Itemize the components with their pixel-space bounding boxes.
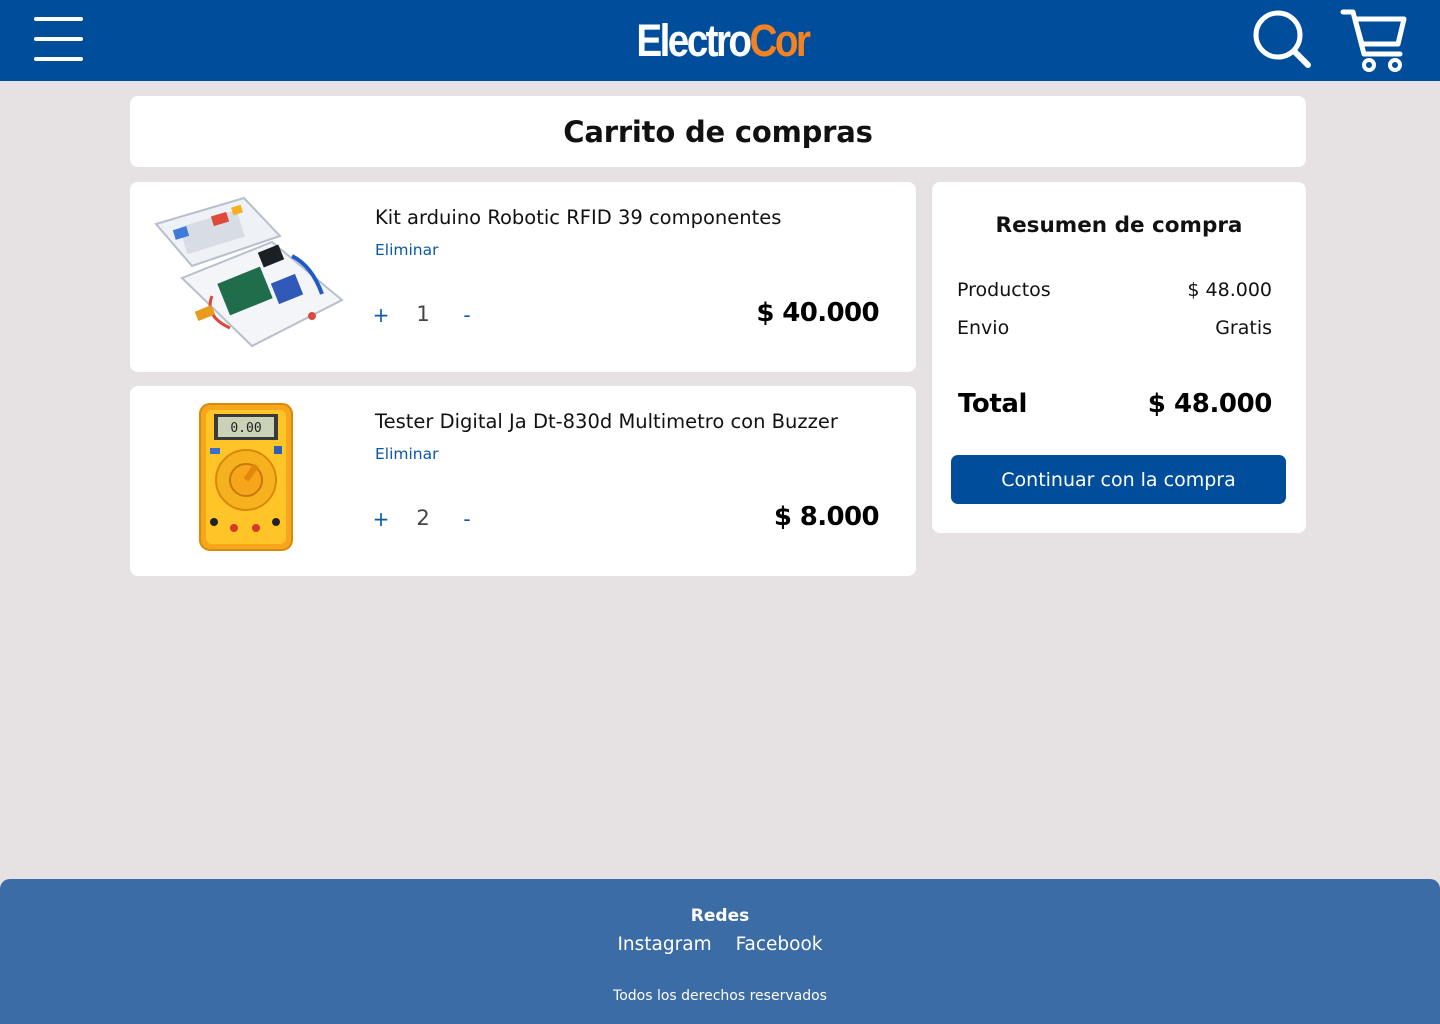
shipping-value: Gratis <box>1215 317 1272 339</box>
product-name[interactable]: Kit arduino Robotic RFID 39 componentes <box>375 206 781 229</box>
summary-products-row: Productos $ 48.000 <box>957 279 1272 301</box>
summary-total-row: Total $ 48.000 <box>958 389 1272 419</box>
multimeter-display-reading: 0.00 <box>230 421 261 436</box>
logo-text-accent: Cor <box>749 15 810 66</box>
cart-item: 0.00 Tester Digital Ja Dt-830d Multimetr… <box>130 386 916 576</box>
facebook-link[interactable]: Facebook <box>736 934 823 955</box>
page-footer: Redes Instagram Facebook Todos los derec… <box>0 879 1440 1024</box>
shipping-label: Envio <box>957 317 1010 339</box>
store-logo[interactable]: ElectroCor <box>103 15 1341 67</box>
remove-item-link[interactable]: Eliminar <box>375 241 439 259</box>
products-label: Productos <box>957 279 1051 301</box>
multimeter-image[interactable]: 0.00 <box>194 402 298 558</box>
decrease-quantity-button[interactable]: - <box>457 507 477 531</box>
continue-checkout-button[interactable]: Continuar con la compra <box>951 455 1286 504</box>
order-summary: Resumen de compra Productos $ 48.000 Env… <box>932 182 1306 533</box>
summary-shipping-row: Envio Gratis <box>957 317 1272 339</box>
increase-quantity-button[interactable]: + <box>371 303 391 327</box>
total-label: Total <box>958 389 1028 419</box>
item-price: $ 40.000 <box>756 298 879 328</box>
page-title: Carrito de compras <box>563 114 873 149</box>
instagram-link[interactable]: Instagram <box>617 934 711 955</box>
copyright-text: Todos los derechos reservados <box>613 988 827 1004</box>
top-header: ElectroCor <box>0 0 1440 81</box>
search-icon[interactable] <box>1251 8 1311 68</box>
increase-quantity-button[interactable]: + <box>371 507 391 531</box>
item-price: $ 8.000 <box>773 502 880 532</box>
page-title-card: Carrito de compras <box>130 96 1306 167</box>
hamburger-menu-icon[interactable] <box>34 17 84 61</box>
social-links: Instagram Facebook <box>0 934 1440 955</box>
total-value: $ 48.000 <box>1147 389 1273 419</box>
products-value: $ 48.000 <box>1187 279 1272 301</box>
quantity-value: 2 <box>416 506 430 530</box>
quantity-value: 1 <box>416 302 430 326</box>
remove-item-link[interactable]: Eliminar <box>375 445 439 463</box>
logo-text-primary: Electro <box>636 15 752 66</box>
arduino-kit-image[interactable] <box>152 196 344 360</box>
footer-heading: Redes <box>690 906 750 926</box>
decrease-quantity-button[interactable]: - <box>457 303 477 327</box>
shopping-cart-icon[interactable] <box>1340 7 1410 73</box>
summary-title: Resumen de compra <box>995 213 1243 238</box>
product-name[interactable]: Tester Digital Ja Dt-830d Multimetro con… <box>375 410 838 433</box>
cart-item: Kit arduino Robotic RFID 39 componentes … <box>130 182 916 372</box>
